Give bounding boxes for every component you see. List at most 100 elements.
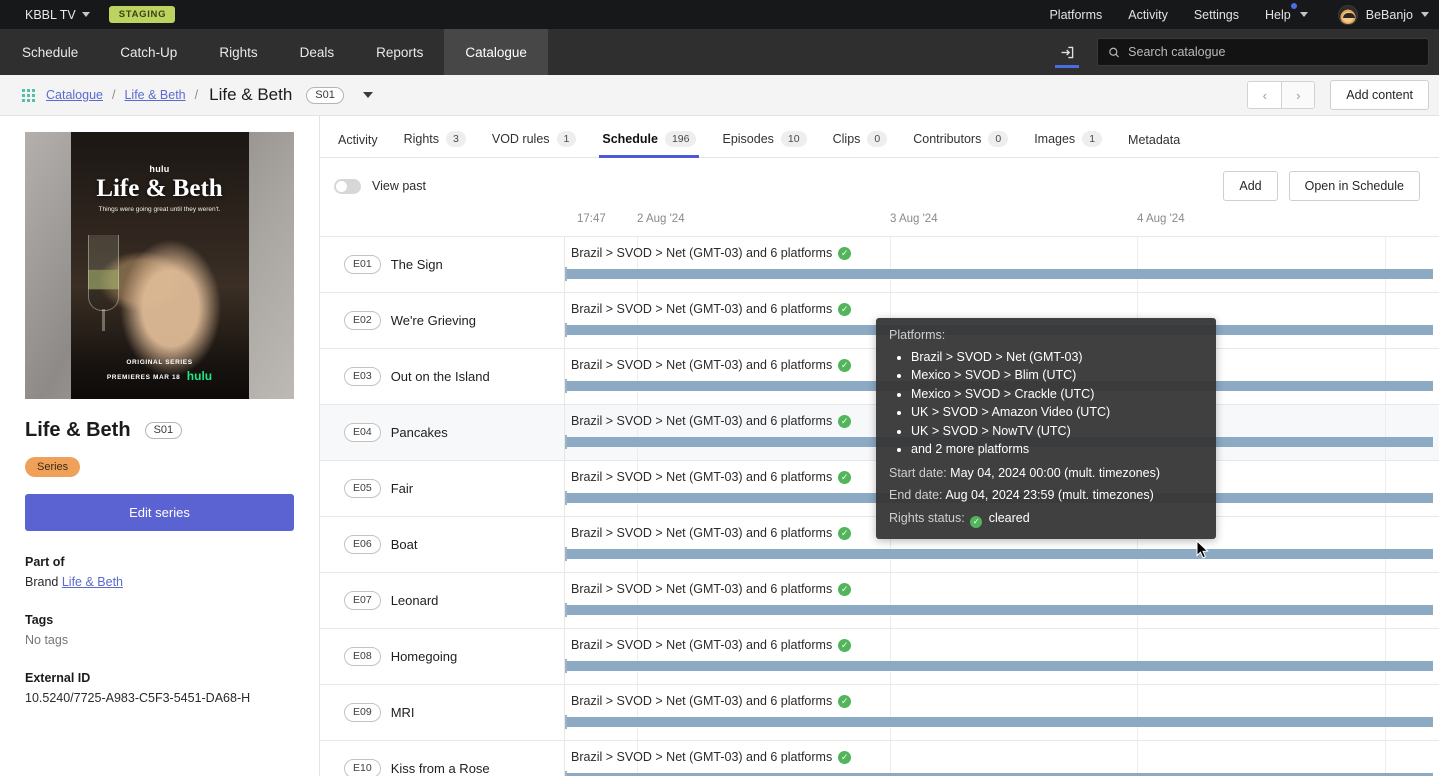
top-nav-settings[interactable]: Settings (1194, 8, 1239, 22)
episode-name: Out on the Island (390, 369, 490, 384)
tooltip-platform-item: UK > SVOD > Amazon Video (UTC) (911, 404, 1203, 421)
tooltip-platform-item: and 2 more platforms (911, 441, 1203, 458)
user-name[interactable]: BeBanjo (1366, 8, 1413, 22)
previous-button[interactable]: ‹ (1248, 82, 1282, 108)
part-of-label: Part of (25, 555, 65, 569)
part-of-link[interactable]: Life & Beth (62, 575, 123, 589)
nav-catch-up[interactable]: Catch-Up (99, 29, 198, 75)
tab-schedule[interactable]: Schedule 196 (589, 131, 709, 158)
series-title: Life & Beth (25, 419, 131, 441)
apps-grid-icon[interactable] (22, 88, 35, 102)
tab-contributors[interactable]: Contributors 0 (900, 131, 1021, 157)
episode-code: E06 (344, 535, 381, 554)
tooltip-platform-item: Mexico > SVOD > Blim (UTC) (911, 367, 1203, 384)
schedule-row[interactable]: E01 The Sign Brazil > SVOD > Net (GMT-03) … (320, 236, 1439, 292)
schedule-entry-label: Brazil > SVOD > Net (GMT-03) and 6 platf… (571, 302, 852, 316)
next-button[interactable]: › (1281, 82, 1315, 108)
check-circle-icon: ✓ (838, 358, 852, 372)
grid-line (1137, 741, 1138, 776)
top-nav-activity[interactable]: Activity (1128, 8, 1168, 22)
import-icon[interactable] (1049, 34, 1085, 70)
schedule-entry-label: Brazil > SVOD > Net (GMT-03) and 6 platf… (571, 526, 852, 540)
schedule-track: Brazil > SVOD > Net (GMT-03) and 6 platf… (565, 573, 1439, 628)
grid-line (890, 741, 891, 776)
grid-line (890, 573, 891, 628)
add-content-button[interactable]: Add content (1330, 80, 1429, 110)
check-circle-icon: ✓ (838, 470, 852, 484)
episode-label: E04 Pancakes (320, 405, 565, 460)
mouse-cursor-icon (1196, 539, 1209, 564)
edit-series-button[interactable]: Edit series (25, 494, 294, 531)
search-input[interactable] (1128, 45, 1418, 59)
account-switcher[interactable]: KBBL TV (25, 8, 90, 22)
external-id-value: 10.5240/7725-A983-C5F3-5451-DA68-H (25, 691, 251, 705)
schedule-row[interactable]: E07 Leonard Brazil > SVOD > Net (GMT-03) a… (320, 572, 1439, 628)
tooltip-rights-value: cleared (988, 510, 1030, 525)
user-menu[interactable]: BeBanjo (1337, 4, 1429, 25)
chevron-down-icon (1299, 12, 1308, 17)
tab-vod-rules[interactable]: VOD rules 1 (479, 131, 590, 157)
episode-code: E07 (344, 591, 381, 610)
nav-reports[interactable]: Reports (355, 29, 444, 75)
check-circle-icon: ✓ (838, 694, 852, 708)
tab-episodes[interactable]: Episodes 10 (709, 131, 819, 157)
nav-schedule[interactable]: Schedule (0, 29, 99, 75)
tab-label: Clips (832, 132, 861, 146)
episode-code: E02 (344, 311, 381, 330)
breadcrumb-catalogue[interactable]: Catalogue (46, 88, 103, 102)
episode-code: E01 (344, 255, 381, 274)
search-catalogue-box[interactable] (1097, 38, 1429, 66)
grid-line (1137, 573, 1138, 628)
tab-rights[interactable]: Rights 3 (391, 131, 479, 157)
tab-activity[interactable]: Activity (325, 133, 391, 157)
chevron-down-icon (81, 12, 90, 17)
nav-rights[interactable]: Rights (198, 29, 278, 75)
schedule-track: Brazil > SVOD > Net (GMT-03) and 6 platf… (565, 685, 1439, 740)
chevron-down-icon[interactable] (362, 92, 373, 98)
schedule-bar[interactable] (565, 267, 1433, 281)
episode-code: E05 (344, 479, 381, 498)
tab-label: Schedule (602, 132, 658, 146)
view-past-toggle[interactable] (334, 178, 361, 194)
tab-count: 0 (867, 131, 888, 147)
episode-name: Leonard (390, 593, 439, 608)
view-past-toggle-group[interactable]: View past (325, 178, 426, 194)
episode-label: E09 MRI (320, 685, 565, 740)
nav-catalogue[interactable]: Catalogue (444, 29, 548, 75)
help-menu[interactable]: Help (1265, 2, 1308, 22)
tooltip-platform-list: Brazil > SVOD > Net (GMT-03)Mexico > SVO… (911, 349, 1203, 458)
tab-images[interactable]: Images 1 (1021, 131, 1115, 157)
tooltip-rights-status: Rights status: ✓ cleared (889, 510, 1203, 528)
breadcrumb-separator: / (112, 88, 116, 102)
schedule-bar[interactable] (565, 603, 1433, 617)
schedule-row[interactable]: E10 Kiss from a Rose Brazil > SVOD > Net (… (320, 740, 1439, 776)
schedule-row[interactable]: E08 Homegoing Brazil > SVOD > Net (GMT-03)… (320, 628, 1439, 684)
open-in-schedule-button[interactable]: Open in Schedule (1288, 171, 1420, 201)
top-nav-platforms[interactable]: Platforms (1049, 8, 1102, 22)
tab-metadata[interactable]: Metadata (1115, 133, 1193, 157)
help-link[interactable]: Help (1265, 8, 1291, 22)
schedule-bar[interactable] (565, 659, 1433, 673)
episode-label: E08 Homegoing (320, 629, 565, 684)
schedule-row[interactable]: E09 MRI Brazil > SVOD > Net (GMT-03) and 6… (320, 684, 1439, 740)
poster-footer-line1: ORIGINAL SERIES (126, 359, 193, 367)
add-button[interactable]: Add (1223, 171, 1278, 201)
schedule-bar[interactable] (565, 547, 1433, 561)
tab-count: 0 (988, 131, 1009, 147)
episode-label: E07 Leonard (320, 573, 565, 628)
tooltip-platform-item: Brazil > SVOD > Net (GMT-03) (911, 349, 1203, 366)
nav-deals[interactable]: Deals (279, 29, 356, 75)
schedule-bar[interactable] (565, 715, 1433, 729)
tab-clips[interactable]: Clips 0 (820, 131, 901, 157)
schedule-track: Brazil > SVOD > Net (GMT-03) and 6 platf… (565, 741, 1439, 776)
poster-footer-line2: PREMIERES MAR 18 (106, 373, 181, 381)
schedule-entry-label: Brazil > SVOD > Net (GMT-03) and 6 platf… (571, 414, 852, 428)
grid-line (1385, 293, 1386, 348)
tooltip-start-label: Start date: (889, 465, 947, 480)
tooltip-start-value: May 04, 2024 00:00 (mult. timezones) (950, 465, 1160, 480)
episode-label: E06 Boat (320, 517, 565, 572)
grid-line (1385, 685, 1386, 740)
tooltip-platforms-label: Platforms: (889, 328, 946, 342)
breadcrumb-life-and-beth[interactable]: Life & Beth (124, 88, 185, 102)
schedule-entry-label: Brazil > SVOD > Net (GMT-03) and 6 platf… (571, 358, 852, 372)
